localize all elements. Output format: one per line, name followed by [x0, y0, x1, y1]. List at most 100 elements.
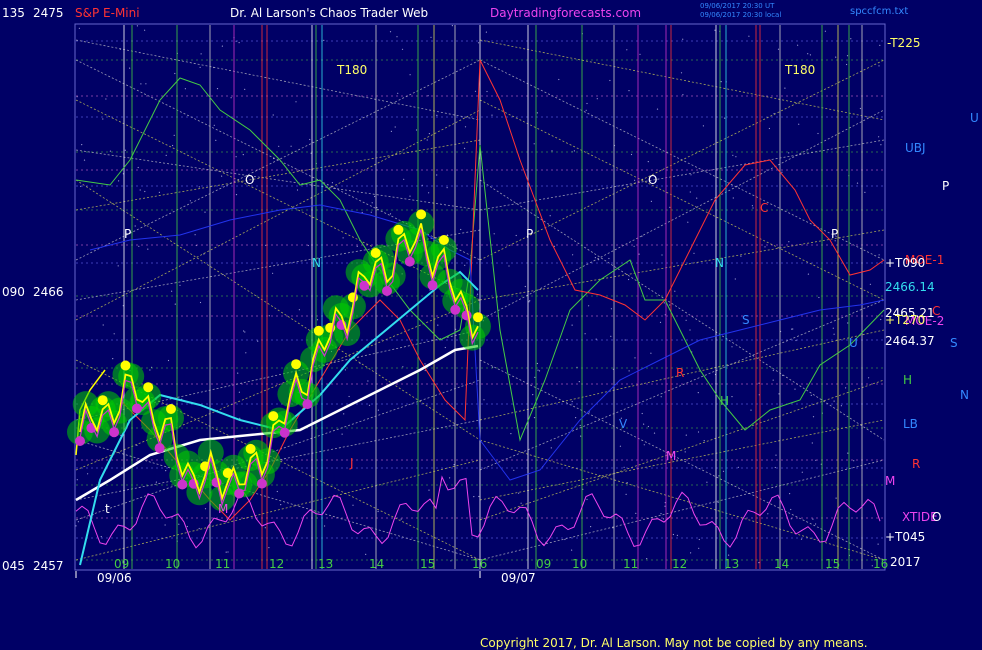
star: [647, 425, 650, 428]
star: [833, 333, 835, 335]
star: [508, 265, 510, 267]
star: [571, 400, 573, 403]
star: [659, 321, 662, 323]
star: [428, 133, 430, 135]
hour-label: 11: [623, 557, 638, 571]
high-dot: [291, 359, 302, 370]
star: [173, 134, 175, 136]
star: [734, 278, 736, 280]
star: [426, 139, 428, 141]
left-bottom-price: 2457: [33, 559, 64, 573]
star: [835, 497, 837, 499]
star: [689, 191, 691, 193]
star: [663, 302, 665, 304]
star: [650, 200, 653, 202]
star: [532, 394, 534, 396]
star: [635, 512, 637, 515]
high-dot: [97, 395, 108, 406]
label-p-far: P: [942, 179, 949, 193]
price-top-label: 2475: [33, 6, 64, 20]
star: [758, 382, 760, 384]
star: [118, 180, 120, 182]
star: [768, 127, 771, 130]
annotation-p-c: P: [831, 227, 838, 241]
star: [144, 190, 146, 193]
star: [377, 409, 379, 411]
star: [853, 460, 855, 462]
hour-label: 14: [369, 557, 384, 571]
star: [113, 333, 115, 335]
star: [139, 189, 141, 191]
star: [477, 42, 480, 44]
star: [213, 124, 215, 126]
left-bottom-angle: 045: [2, 559, 25, 573]
star: [348, 395, 350, 398]
star: [402, 366, 404, 368]
star: [778, 393, 780, 395]
star: [105, 98, 107, 100]
star: [389, 31, 392, 33]
star: [722, 470, 725, 472]
star: [235, 194, 238, 196]
star: [846, 55, 849, 57]
annotation-o-b: O: [648, 173, 657, 187]
star: [800, 538, 803, 540]
star: [124, 149, 126, 151]
star: [698, 538, 700, 541]
star: [850, 38, 852, 40]
star: [801, 471, 803, 473]
star: [272, 272, 274, 274]
star: [623, 466, 625, 468]
star: [669, 304, 671, 306]
star: [483, 399, 485, 401]
hour-label: 16: [873, 557, 888, 571]
star: [572, 254, 574, 256]
star: [550, 447, 552, 449]
star: [646, 558, 648, 560]
site-title: Dr. Al Larson's Chaos Trader Web: [230, 6, 428, 20]
star: [879, 44, 881, 47]
star: [643, 444, 645, 446]
site-url[interactable]: Daytradingforecasts.com: [490, 6, 641, 20]
star: [165, 470, 167, 472]
star: [573, 150, 576, 152]
star: [216, 88, 219, 90]
high-dot: [370, 248, 381, 258]
star: [179, 284, 181, 286]
star: [298, 309, 300, 311]
star: [264, 527, 266, 529]
star: [797, 44, 799, 46]
star: [493, 233, 495, 235]
star: [690, 552, 692, 554]
star: [75, 525, 77, 527]
star: [697, 431, 700, 433]
star: [735, 156, 737, 158]
star: [764, 246, 766, 248]
star: [728, 554, 730, 556]
star: [584, 333, 586, 335]
star: [189, 200, 191, 202]
star: [630, 153, 633, 156]
star: [594, 257, 597, 259]
star: [845, 387, 847, 389]
star: [595, 338, 597, 340]
star: [784, 87, 786, 89]
annotation-r-a: R: [676, 366, 684, 380]
star: [833, 400, 835, 402]
star: [626, 482, 628, 484]
star: [174, 303, 176, 305]
star: [137, 166, 139, 169]
star: [199, 66, 201, 68]
annotation-t-a: t: [105, 502, 110, 516]
chaos-trader-chart: 135 2475 S&P E-Mini Dr. Al Larson's Chao…: [0, 0, 982, 650]
high-dot: [166, 404, 176, 414]
star: [167, 359, 170, 362]
timestamp-1: 09/06/2017 20:30 UT: [700, 2, 775, 10]
star: [731, 396, 733, 398]
star: [767, 513, 769, 515]
star: [777, 48, 780, 50]
star: [551, 150, 553, 152]
star: [817, 132, 819, 135]
star: [685, 434, 687, 436]
star: [83, 159, 86, 161]
